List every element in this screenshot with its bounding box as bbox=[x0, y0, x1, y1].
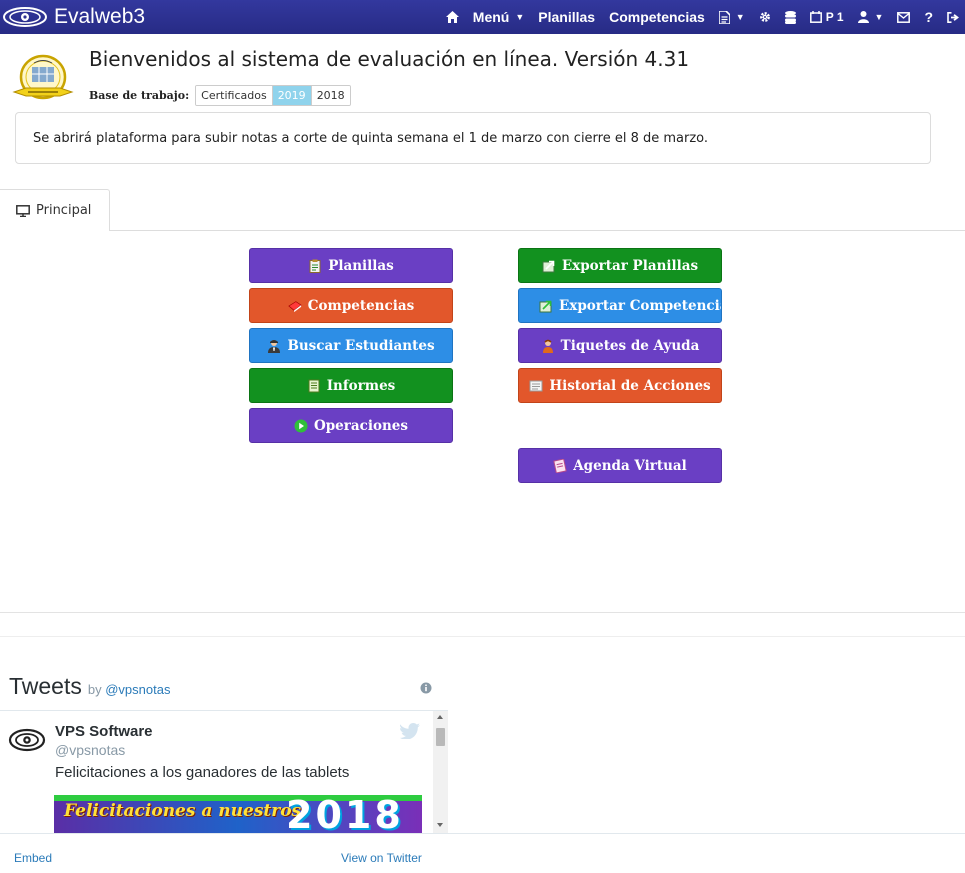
operaciones-button[interactable]: Operaciones bbox=[249, 408, 453, 443]
tweet-timeline: VPS Software @vpsnotas Felicitaciones a … bbox=[0, 711, 448, 833]
planillas-button-label: Planillas bbox=[328, 257, 394, 274]
caret-down-icon: ▼ bbox=[874, 12, 884, 22]
gear-icon bbox=[759, 12, 770, 22]
agenda-virtual-button-label: Agenda Virtual bbox=[573, 457, 687, 474]
envelope-icon bbox=[897, 11, 911, 23]
nav-settings[interactable] bbox=[759, 11, 771, 23]
twitter-bird-icon[interactable] bbox=[400, 723, 420, 739]
nav-menu-label: Menú bbox=[472, 9, 510, 25]
info-icon[interactable] bbox=[420, 682, 432, 694]
tweets-by: by @vpsnotas bbox=[88, 682, 171, 697]
buscar-estudiantes-button-label: Buscar Estudiantes bbox=[287, 337, 435, 354]
caret-down-icon: ▼ bbox=[515, 12, 525, 22]
support-agent-icon bbox=[542, 339, 553, 353]
user-icon bbox=[857, 11, 869, 23]
tweet-text: Felicitaciones a los ganadores de las ta… bbox=[55, 764, 350, 781]
report-icon bbox=[308, 379, 320, 392]
nav-home[interactable] bbox=[445, 11, 459, 23]
history-log-icon bbox=[529, 380, 543, 391]
book-icon bbox=[288, 300, 302, 312]
nav-database[interactable] bbox=[784, 10, 796, 24]
exportar-competencias-button[interactable]: Exportar Competencias bbox=[518, 288, 722, 323]
panel-divider bbox=[0, 612, 965, 613]
school-seal-logo bbox=[12, 54, 74, 100]
view-on-twitter-link[interactable]: View on Twitter bbox=[341, 851, 422, 865]
tweet-author-handle[interactable]: @vpsnotas bbox=[55, 742, 125, 758]
tweets-by-label: by bbox=[87, 682, 102, 697]
welcome-title: Bienvenidos al sistema de evaluación en … bbox=[89, 47, 690, 71]
informes-button[interactable]: Informes bbox=[249, 368, 453, 403]
historial-acciones-button-label: Historial de Acciones bbox=[549, 377, 711, 394]
buscar-estudiantes-button[interactable]: Buscar Estudiantes bbox=[249, 328, 453, 363]
nav-menu[interactable]: Menú ▼ bbox=[473, 9, 524, 25]
nav-planillas[interactable]: Planillas bbox=[538, 9, 595, 25]
export-icon bbox=[539, 300, 552, 312]
base-option-2019[interactable]: 2019 bbox=[272, 85, 312, 105]
nav-period-label: P 1 bbox=[825, 10, 844, 24]
export-icon bbox=[542, 260, 555, 272]
nav-logout[interactable] bbox=[947, 11, 959, 23]
home-icon bbox=[445, 11, 459, 23]
base-segmented-control: Certificados 2019 2018 bbox=[195, 84, 351, 106]
question-icon: ? bbox=[924, 9, 933, 25]
tab-border bbox=[110, 230, 965, 231]
tweet-author-name[interactable]: VPS Software bbox=[55, 723, 153, 740]
database-icon bbox=[784, 10, 796, 24]
scroll-up-arrow-icon[interactable] bbox=[437, 715, 443, 719]
tweet-media-caption: Felicitaciones a nuestros bbox=[64, 801, 302, 821]
eye-logo-icon bbox=[3, 7, 47, 27]
competencias-button-label: Competencias bbox=[307, 297, 415, 314]
brand-name: Evalweb3 bbox=[54, 5, 146, 28]
base-option-certificados[interactable]: Certificados bbox=[196, 85, 273, 105]
base-option-2018[interactable]: 2018 bbox=[311, 85, 350, 105]
competencias-button[interactable]: Competencias bbox=[249, 288, 453, 323]
panel-divider-secondary bbox=[0, 636, 965, 637]
informes-button-label: Informes bbox=[326, 377, 396, 394]
tweets-handle-link[interactable]: @vpsnotas bbox=[105, 682, 170, 697]
exportar-competencias-button-label: Exportar Competencias bbox=[559, 297, 722, 314]
historial-acciones-button[interactable]: Historial de Acciones bbox=[518, 368, 722, 403]
clipboard-icon bbox=[309, 259, 321, 273]
document-icon bbox=[718, 10, 730, 24]
tweets-footer-divider bbox=[0, 833, 965, 834]
top-navbar: Evalweb3 Menú ▼ Planillas Competencias ▼… bbox=[0, 0, 965, 34]
tweet-media-image[interactable]: Felicitaciones a nuestros 2018 bbox=[54, 795, 422, 833]
tweets-header: Tweets by @vpsnotas bbox=[9, 673, 170, 700]
calendar-icon bbox=[809, 11, 822, 23]
exportar-planillas-button[interactable]: Exportar Planillas bbox=[518, 248, 722, 283]
caret-down-icon: ▼ bbox=[735, 12, 745, 22]
work-base-selector: Base de trabajo: Certificados 2019 2018 bbox=[89, 84, 351, 106]
scroll-thumb[interactable] bbox=[436, 728, 445, 746]
base-label: Base de trabajo: bbox=[89, 88, 190, 102]
notice-box: Se abrirá plataforma para subir notas a … bbox=[15, 112, 931, 164]
vps-avatar-icon[interactable] bbox=[8, 728, 46, 752]
play-icon bbox=[294, 419, 308, 432]
agenda-virtual-button[interactable]: Agenda Virtual bbox=[518, 448, 722, 483]
brand[interactable]: Evalweb3 bbox=[2, 2, 145, 32]
tiquetes-ayuda-button-label: Tiquetes de Ayuda bbox=[560, 337, 700, 354]
nav-help[interactable]: ? bbox=[924, 9, 933, 25]
monitor-icon bbox=[16, 204, 30, 217]
nav-period[interactable]: P 1 bbox=[809, 10, 844, 24]
tiquetes-ayuda-button[interactable]: Tiquetes de Ayuda bbox=[518, 328, 722, 363]
nav-messages[interactable] bbox=[897, 11, 911, 23]
agenda-icon bbox=[553, 458, 567, 473]
nav-user[interactable]: ▼ bbox=[857, 11, 884, 23]
embed-link[interactable]: Embed bbox=[14, 851, 52, 865]
tweet-scrollbar[interactable] bbox=[433, 711, 448, 833]
nav-document-menu[interactable]: ▼ bbox=[718, 10, 745, 24]
tweets-title: Tweets bbox=[9, 673, 82, 699]
nav-competencias[interactable]: Competencias bbox=[609, 9, 705, 25]
student-icon bbox=[268, 339, 281, 353]
exportar-planillas-button-label: Exportar Planillas bbox=[561, 257, 699, 274]
logout-icon bbox=[947, 11, 959, 23]
tab-principal[interactable]: Principal bbox=[0, 189, 110, 231]
tab-principal-label: Principal bbox=[36, 203, 92, 218]
planillas-button[interactable]: Planillas bbox=[249, 248, 453, 283]
notice-text: Se abrirá plataforma para subir notas a … bbox=[33, 130, 709, 146]
operaciones-button-label: Operaciones bbox=[313, 417, 408, 434]
nav-items: Menú ▼ Planillas Competencias ▼ P 1 ▼ ? bbox=[432, 0, 959, 34]
tweet-media-year: 2018 bbox=[286, 795, 404, 833]
scroll-down-arrow-icon[interactable] bbox=[437, 823, 443, 827]
